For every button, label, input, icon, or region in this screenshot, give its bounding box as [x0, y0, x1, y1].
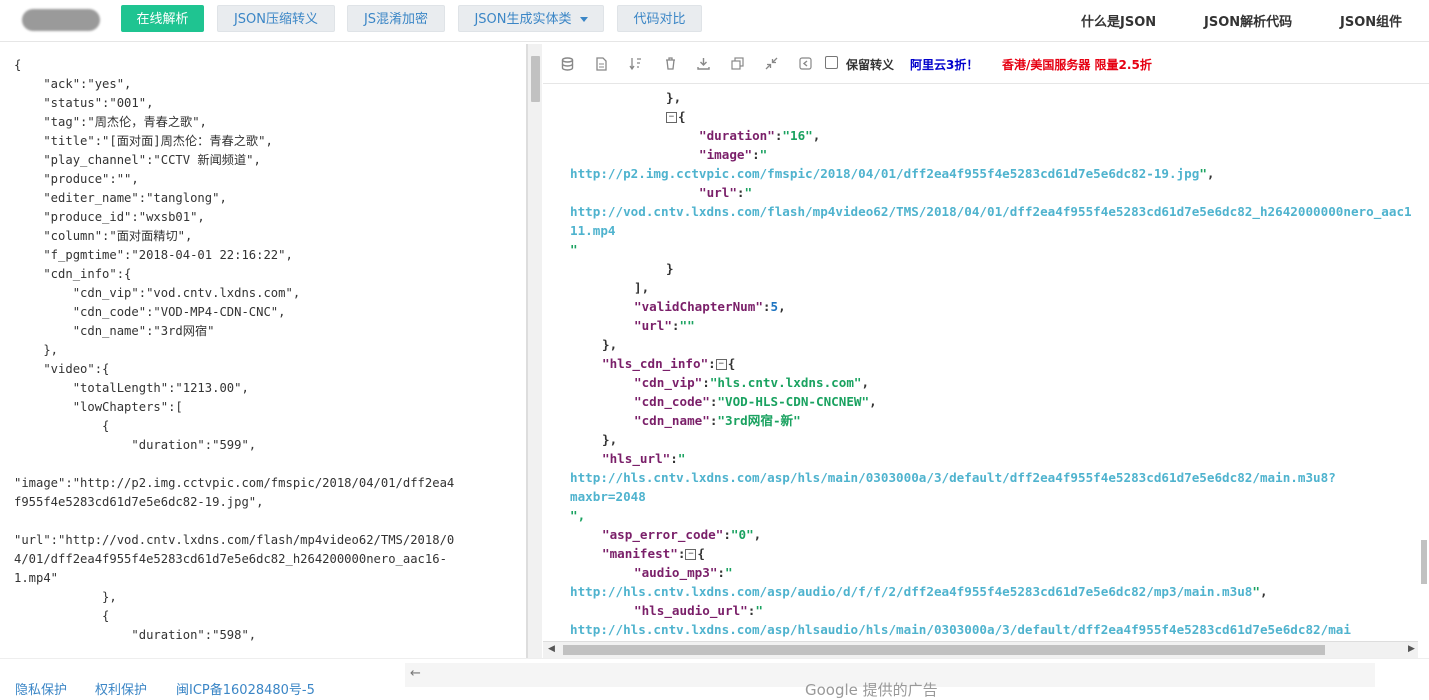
json-compress-label: JSON压缩转义 — [233, 12, 319, 27]
video-url-link[interactable]: http://vod.cntv.lxdns.com/flash/mp4video… — [570, 204, 1412, 219]
json-line: "cdn_code":"VOD-HLS-CDN-CNCNEW", — [634, 394, 877, 409]
hls-audio-url-link[interactable]: http://hls.cntv.lxdns.com/asp/hlsaudio/h… — [570, 622, 1351, 637]
keep-escape-label: 保留转义 — [846, 58, 895, 72]
json-line: " — [570, 242, 578, 257]
json-line: }, — [602, 337, 618, 352]
json-line: "image":" — [699, 147, 768, 162]
json-to-entity-label: JSON生成实体类 — [474, 12, 572, 27]
top-navbar: 在线解析 JSON压缩转义 JS混淆加密 JSON生成实体类 代码对比 什么是J… — [0, 0, 1429, 42]
json-line: "hls_url":" — [602, 451, 686, 466]
left-scrollbar-thumb[interactable] — [531, 56, 540, 102]
json-parse-code-link[interactable]: JSON解析代码 — [1204, 11, 1292, 30]
scroll-left-icon[interactable]: ◀ — [548, 644, 555, 654]
google-ad-banner[interactable]: ← Google 提供的广告 — [405, 663, 1375, 699]
js-obfuscate-button[interactable]: JS混淆加密 — [347, 5, 445, 32]
ad-caption: Google 提供的广告 — [805, 681, 938, 699]
rights-link[interactable]: 权利保护 — [95, 679, 147, 698]
page-footer: 隐私保护 权利保护 闽ICP备16028480号-5 ← Google 提供的广… — [0, 658, 1429, 699]
file-icon[interactable] — [594, 57, 608, 71]
download-icon[interactable] — [696, 57, 710, 71]
json-line: ], — [634, 280, 650, 295]
code-compare-button[interactable]: 代码对比 — [617, 5, 702, 32]
json-line: "audio_mp3":" — [634, 565, 733, 580]
json-line: ", — [570, 508, 586, 523]
json-line: } — [666, 261, 674, 276]
json-line: }, — [602, 432, 618, 447]
aliyun-ad-link[interactable]: 阿里云3折！ — [910, 56, 978, 73]
json-compress-button[interactable]: JSON压缩转义 — [217, 5, 335, 32]
keep-escape-checkbox[interactable] — [825, 56, 838, 69]
json-line: http://hls.cntv.lxdns.com/asp/hls/main/0… — [570, 468, 1336, 487]
json-components-link[interactable]: JSON组件 — [1340, 11, 1402, 30]
json-line: maxbr=2048 — [570, 489, 646, 504]
online-parse-label: 在线解析 — [136, 12, 189, 27]
chevron-down-icon — [579, 17, 588, 22]
what-is-json-link[interactable]: 什么是JSON — [1081, 11, 1156, 30]
collapse-icon[interactable]: − — [666, 112, 677, 123]
back-arrow-icon[interactable]: ← — [410, 666, 421, 681]
json-line: http://p2.img.cctvpic.com/fmspic/2018/04… — [570, 166, 1215, 181]
json-line: }, — [666, 90, 682, 105]
json-line: "manifest": −{ — [602, 546, 706, 561]
audio-mp3-url-link[interactable]: http://hls.cntv.lxdns.com/asp/audio/d/f/… — [570, 584, 1252, 599]
code-compare-label: 代码对比 — [633, 12, 686, 27]
formatted-json-view[interactable]: }, −{ "duration":"16", "image":" http://… — [543, 85, 1418, 641]
copy-icon[interactable] — [730, 57, 744, 71]
back-icon[interactable] — [798, 57, 812, 71]
json-line: "asp_error_code":"0", — [602, 527, 762, 542]
js-obfuscate-label: JS混淆加密 — [363, 12, 429, 27]
viewer-scrollbar-thumb[interactable] — [1421, 540, 1427, 584]
hls-url-link[interactable]: http://hls.cntv.lxdns.com/asp/hls/main/0… — [570, 470, 1336, 485]
viewer-horizontal-scrollbar[interactable]: ◀ ▶ — [543, 641, 1418, 658]
image-url-link[interactable]: http://p2.img.cctvpic.com/fmspic/2018/04… — [570, 166, 1199, 181]
database-icon[interactable] — [560, 57, 574, 71]
json-viewer-pane: 保留转义 阿里云3折！ 香港/美国服务器 限量2.5折 }, −{ "durat… — [543, 44, 1429, 679]
json-line: "hls_audio_url":" — [634, 603, 763, 618]
json-line: −{ — [666, 107, 686, 126]
sort-icon[interactable] — [628, 57, 642, 71]
json-line: "url":"" — [634, 318, 695, 333]
trash-icon[interactable] — [663, 57, 677, 71]
viewer-toolbar: 保留转义 阿里云3折！ 香港/美国服务器 限量2.5折 — [543, 44, 1429, 84]
json-line: "hls_cdn_info": −{ — [602, 356, 736, 371]
left-editor-scrollbar[interactable] — [527, 44, 542, 658]
json-line: http://hls.cntv.lxdns.com/asp/audio/d/f/… — [570, 584, 1268, 599]
json-input-editor[interactable]: { "ack":"yes", "status":"001", "tag":"周杰… — [0, 44, 527, 658]
collapse-icon[interactable]: − — [715, 359, 727, 370]
json-line: http://hls.cntv.lxdns.com/asp/hlsaudio/h… — [570, 620, 1351, 639]
json-input-text[interactable]: { "ack":"yes", "status":"001", "tag":"周杰… — [14, 56, 514, 645]
viewer-vertical-scrollbar[interactable] — [1418, 85, 1429, 679]
json-to-entity-dropdown[interactable]: JSON生成实体类 — [458, 5, 604, 32]
site-logo[interactable] — [22, 9, 100, 31]
icp-link[interactable]: 闽ICP备16028480号-5 — [176, 679, 315, 698]
json-line: "validChapterNum":5, — [634, 299, 786, 314]
online-parse-button[interactable]: 在线解析 — [121, 5, 204, 32]
json-line: "url":" — [699, 185, 753, 200]
compress-icon[interactable] — [764, 57, 778, 71]
horizontal-scrollbar-thumb[interactable] — [563, 645, 1325, 655]
json-line: "cdn_name":"3rd网宿-新" — [634, 413, 801, 428]
json-line: "cdn_vip":"hls.cntv.lxdns.com", — [634, 375, 870, 390]
server-ad-link[interactable]: 香港/美国服务器 限量2.5折 — [1002, 56, 1152, 73]
json-line: http://vod.cntv.lxdns.com/flash/mp4video… — [570, 202, 1412, 221]
scroll-right-icon[interactable]: ▶ — [1408, 644, 1415, 654]
json-line: "duration":"16", — [699, 128, 821, 143]
privacy-link[interactable]: 隐私保护 — [15, 679, 67, 698]
collapse-icon[interactable]: − — [685, 549, 697, 560]
json-line: 11.mp4 — [570, 223, 616, 238]
